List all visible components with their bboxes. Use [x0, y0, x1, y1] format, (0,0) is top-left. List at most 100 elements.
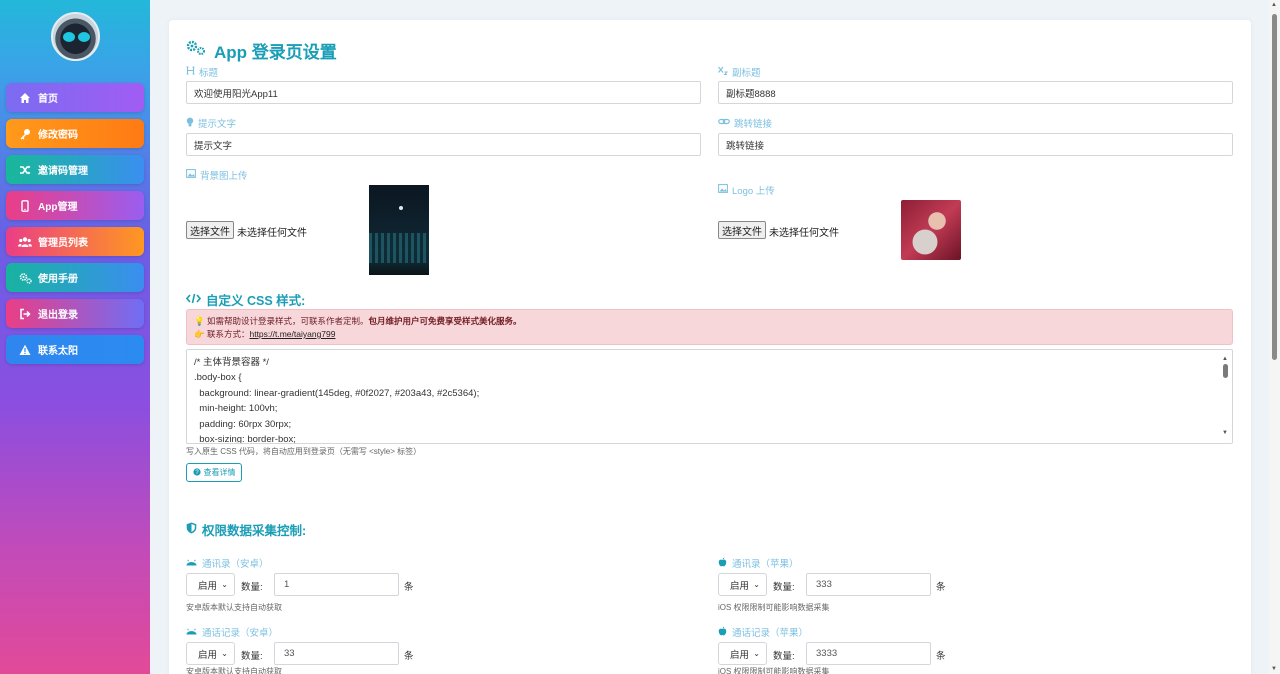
apple-icon — [718, 626, 727, 639]
code-line: min-height: 100vh; — [194, 403, 278, 415]
perm-calllog-apple-select[interactable]: 启用 ⌄ — [718, 642, 767, 665]
avatar — [51, 12, 100, 61]
cogs-icon — [18, 271, 32, 285]
sidebar-item-app-management[interactable]: App管理 — [6, 191, 144, 220]
perm-contacts-apple-count[interactable]: 333 — [806, 573, 931, 596]
sidebar-item-label: 管理员列表 — [38, 238, 88, 249]
perm-note: iOS 权限限制可能影响数据采集 — [718, 667, 830, 674]
bg-upload-label: 背景图上传 — [186, 168, 248, 182]
subtitle-label: 副标题 — [718, 65, 761, 79]
code-line: box-sizing: border-box; — [194, 434, 296, 444]
sidebar-item-admin-list[interactable]: 管理员列表 — [6, 227, 144, 256]
css-notice: 💡 如需帮助设计登录样式，可联系作者定制。包月维护用户可免费享受样式美化服务。 … — [186, 309, 1233, 345]
hint-input[interactable]: 提示文字 — [186, 133, 701, 156]
perm-calllog-android-label: 通话记录（安卓） — [186, 625, 278, 639]
hint-label: 提示文字 — [186, 116, 236, 130]
bg-no-file-text: 未选择任何文件 — [237, 228, 307, 239]
perm-calllog-apple-label: 通话记录（苹果） — [718, 625, 808, 639]
perm-note: iOS 权限限制可能影响数据采集 — [718, 603, 830, 612]
sidebar-item-invite-codes[interactable]: 邀请码管理 — [6, 155, 144, 184]
subscript-icon — [718, 66, 729, 78]
subtitle-input[interactable]: 副标题8888 — [718, 81, 1233, 104]
code-icon — [185, 293, 202, 307]
logo-upload-label: Logo 上传 — [718, 183, 775, 197]
unit-label: 条 — [404, 582, 414, 593]
sidebar-item-change-password[interactable]: 修改密码 — [6, 119, 144, 148]
sidebar-item-label: 修改密码 — [38, 130, 78, 141]
page-scrollbar[interactable]: ▲ ▼ — [1269, 0, 1280, 674]
bg-choose-file-button[interactable]: 选择文件 — [186, 221, 234, 239]
sidebar-item-manual[interactable]: 使用手册 — [6, 263, 144, 292]
scroll-down-icon[interactable]: ▼ — [1222, 426, 1228, 441]
perm-calllog-android-count[interactable]: 33 — [274, 642, 399, 665]
perm-contacts-android-count[interactable]: 1 — [274, 573, 399, 596]
heading-icon — [186, 66, 195, 78]
sign-out-icon — [18, 307, 32, 321]
scroll-thumb[interactable] — [1272, 14, 1277, 360]
mobile-icon — [18, 199, 32, 213]
sidebar-item-home[interactable]: 首页 — [6, 83, 144, 112]
custom-css-textarea[interactable]: /* 主体背景容器 */ .body-box { background: lin… — [186, 349, 1233, 444]
page-title: App 登录页设置 — [186, 38, 337, 63]
chevron-down-icon: ⌄ — [221, 649, 228, 658]
sidebar-item-label: App管理 — [38, 202, 78, 213]
perm-contacts-android-select[interactable]: 启用 ⌄ — [186, 573, 235, 596]
sidebar-item-label: 退出登录 — [38, 310, 78, 321]
image-icon — [186, 169, 196, 181]
count-label: 数量: — [241, 651, 263, 662]
view-details-button[interactable]: ? 查看详情 — [186, 463, 242, 482]
home-icon — [18, 91, 32, 105]
count-label: 数量: — [241, 582, 263, 593]
shield-icon — [186, 522, 197, 537]
link-icon — [718, 117, 730, 129]
sidebar-item-label: 使用手册 — [38, 274, 78, 285]
link-input[interactable]: 跳转链接 — [718, 133, 1233, 156]
sidebar-item-logout[interactable]: 退出登录 — [6, 299, 144, 328]
title-input[interactable]: 欢迎使用阳光App11 — [186, 81, 701, 104]
code-line: /* 主体背景容器 */ — [194, 357, 269, 368]
sidebar-item-label: 邀请码管理 — [38, 166, 88, 177]
perm-contacts-android-label: 通讯录（安卓） — [186, 556, 269, 570]
lightbulb-icon: 💡 — [194, 316, 205, 326]
textarea-scrollbar[interactable]: ▲ ▼ — [1221, 352, 1230, 441]
sidebar-item-contact[interactable]: 联系太阳 — [6, 335, 144, 364]
code-line: background: linear-gradient(145deg, #0f2… — [194, 387, 480, 399]
scroll-down-icon[interactable]: ▼ — [1271, 666, 1277, 672]
cogs-icon — [186, 40, 208, 61]
perm-contacts-apple-select[interactable]: 启用 ⌄ — [718, 573, 767, 596]
android-icon — [186, 558, 197, 569]
sidebar-item-label: 首页 — [38, 94, 58, 105]
unit-label: 条 — [936, 582, 946, 593]
perm-calllog-android-select[interactable]: 启用 ⌄ — [186, 642, 235, 665]
key-icon — [18, 127, 32, 141]
perm-calllog-apple-count[interactable]: 3333 — [806, 642, 931, 665]
question-circle-icon: ? — [192, 467, 201, 478]
perm-note: 安卓版本默认支持自动获取 — [186, 667, 282, 674]
contact-link[interactable]: https://t.me/taiyang799 — [249, 329, 335, 339]
warning-icon — [18, 343, 32, 357]
pointing-hand-icon: 👉 — [194, 329, 205, 339]
count-label: 数量: — [773, 582, 795, 593]
logo-choose-file-button[interactable]: 选择文件 — [718, 221, 766, 239]
lightbulb-icon — [186, 117, 194, 130]
scroll-thumb[interactable] — [1223, 364, 1228, 378]
chevron-down-icon: ⌄ — [753, 580, 760, 589]
chevron-down-icon: ⌄ — [753, 649, 760, 658]
image-icon — [718, 184, 728, 196]
css-help-text: 写入原生 CSS 代码，将自动应用到登录页（无需写 <style> 标签） — [186, 447, 422, 456]
link-label: 跳转链接 — [718, 116, 772, 130]
unit-label: 条 — [936, 651, 946, 662]
shuffle-icon — [18, 163, 32, 177]
logo-no-file-text: 未选择任何文件 — [769, 228, 839, 239]
scroll-up-icon[interactable]: ▲ — [1271, 2, 1277, 8]
code-line: padding: 60rpx 30rpx; — [194, 418, 292, 430]
users-icon — [18, 235, 32, 249]
chevron-down-icon: ⌄ — [221, 580, 228, 589]
android-icon — [186, 627, 197, 638]
perm-contacts-apple-label: 通讯录（苹果） — [718, 556, 799, 570]
sidebar: 首页 修改密码 邀请码管理 App管理 管理员列表 使用手册 退出登录 联系太阳 — [0, 0, 150, 674]
background-preview-image — [369, 185, 429, 275]
title-label: 标题 — [186, 65, 218, 79]
unit-label: 条 — [404, 651, 414, 662]
permissions-title: 权限数据采集控制: — [186, 520, 306, 539]
